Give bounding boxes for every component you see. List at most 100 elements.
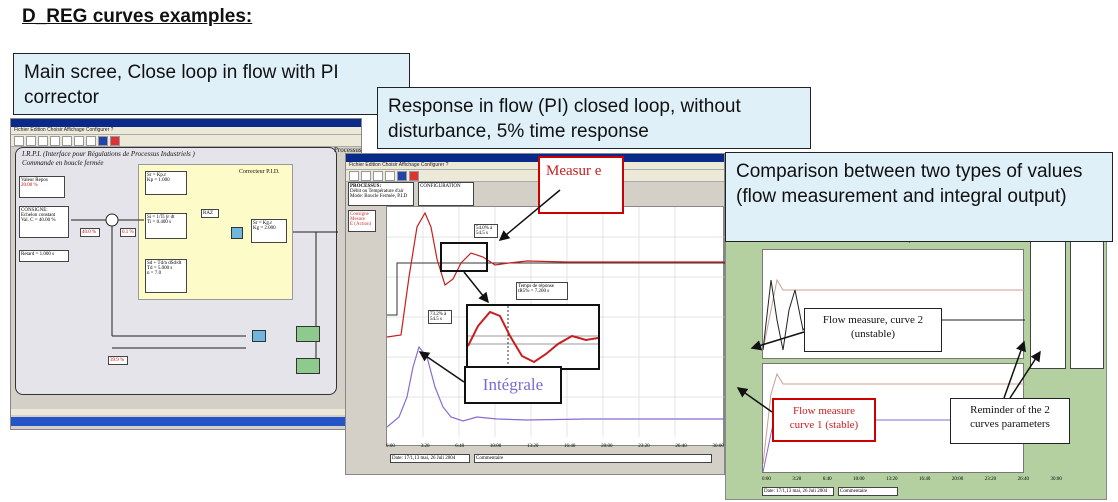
- page-title: D_REG curves examples:: [22, 6, 253, 27]
- measure-label: Measur e: [538, 156, 624, 214]
- x-axis-ticks: 0:00 3:20 6:40 10:00 13:20 16:40 20:00 23:20 26:…: [386, 444, 724, 452]
- zoom-inset-plot: [467, 306, 599, 368]
- print-icon[interactable]: [385, 170, 395, 181]
- comparison-window: Débit ou Température d'air 0:003:206:401…: [725, 232, 1107, 500]
- menu-bar-2[interactable]: Fichier Edition Choisir Affichage Config…: [346, 162, 724, 170]
- x-tick: 0:00: [762, 477, 771, 482]
- reminder-label: Reminder of the 2 curves parameters: [950, 398, 1070, 444]
- date-text-3: Date: 17/1,13 mai, 26 Juli 2004: [764, 489, 828, 494]
- e-value-display: 0.1 %: [120, 228, 136, 237]
- callout-comparison: Comparison between two types of values (…: [725, 152, 1113, 242]
- x-tick: 20:00: [951, 477, 964, 482]
- x-tick: 30:00: [712, 444, 724, 449]
- flow-measure-1-label: Flow measure curve 1 (stable): [772, 398, 876, 442]
- open-icon[interactable]: [361, 170, 371, 181]
- diagram-wires: [71, 213, 338, 368]
- main-screen-window: Fichier Edition Choisir Affichage Config…: [10, 118, 362, 430]
- stop-icon[interactable]: [409, 170, 419, 181]
- print-icon[interactable]: [50, 135, 60, 146]
- peak-zoom-box: [440, 242, 488, 272]
- config-label: CONFIGURATION: [420, 184, 461, 189]
- chart-icon[interactable]: [86, 135, 96, 146]
- zoom-inset: [466, 304, 600, 370]
- x-tick: 20:00: [601, 444, 613, 449]
- status-bar: [11, 409, 361, 415]
- process-block-2[interactable]: [296, 358, 320, 374]
- x-tick: 23:20: [638, 444, 650, 449]
- open-icon[interactable]: [26, 135, 36, 146]
- actuator-block[interactable]: [252, 330, 266, 342]
- flow-measure-2-text: Flow measure, curve 2 (unstable): [822, 314, 924, 340]
- callout-response: Response in flow (PI) closed loop, witho…: [377, 87, 811, 149]
- x-tick: 6:40: [822, 477, 832, 482]
- x-tick: 10:00: [489, 444, 502, 449]
- window-title-bar-2[interactable]: [346, 154, 724, 162]
- m-value-display: 39.9 %: [108, 356, 128, 365]
- comment-text: Commentaire: [476, 456, 504, 461]
- comment-field[interactable]: Commentaire: [474, 454, 712, 463]
- peak-label: 54.0% à 54.5 s: [476, 226, 493, 236]
- response-time-box: Temps de réponse tR5% = 7.200 s: [516, 282, 568, 300]
- comment-field-3[interactable]: Commentaire: [838, 487, 898, 496]
- block-diagram-panel: I.R.P.I. (Interface pour Régulations de …: [15, 147, 338, 395]
- callout-main-screen: Main scree, Close loop in flow with PI c…: [13, 53, 410, 115]
- toolbar-2: [346, 170, 724, 182]
- date-text: Date: 17/1,13 mai, 26 Juli 2004: [392, 456, 456, 461]
- integral-value-label: 73.2% à 54.5 s: [430, 312, 447, 322]
- new-icon[interactable]: [349, 170, 359, 181]
- x-tick: 26:40: [675, 444, 687, 449]
- comment-text-3: Commentaire: [840, 489, 868, 494]
- x-tick: 26:40: [1017, 477, 1030, 482]
- stop-icon[interactable]: [110, 135, 120, 146]
- callout-response-text: Response in flow (PI) closed loop, witho…: [388, 96, 741, 142]
- processus-info: PROCESSUS: Débit ou Température d'air Mo…: [348, 182, 414, 206]
- x-tick: 3:20: [792, 477, 802, 482]
- integral-annotation: 73.2% à 54.5 s: [428, 310, 452, 324]
- save-icon[interactable]: [38, 135, 48, 146]
- x-tick: 23:20: [984, 477, 997, 482]
- x-tick: 3:20: [420, 444, 430, 449]
- integrale-label: Intégrale: [464, 366, 562, 404]
- e-value: 0.1 %: [122, 230, 134, 235]
- x-tick: 10:00: [853, 477, 865, 482]
- legend-action: E (Action): [350, 222, 372, 227]
- toolbar: [11, 135, 361, 147]
- x-tick: 13:20: [526, 444, 539, 449]
- date-field-3: Date: 17/1,13 mai, 26 Juli 2004: [762, 487, 834, 496]
- window-title-bar[interactable]: [11, 119, 361, 127]
- x-axis-ticks-3: 0:00 3:20 6:40 10:00 13:20 16:40 20:00 23:20 26:…: [762, 477, 1062, 485]
- peak-annotation: 54.0% à 54.5 s: [474, 224, 498, 238]
- x-tick: 0:00: [386, 444, 395, 449]
- date-field: Date: 17/1,13 mai, 26 Juli 2004: [390, 454, 470, 463]
- x-tick: 16:40: [564, 444, 576, 449]
- save-icon[interactable]: [373, 170, 383, 181]
- flow-measure-1-text: Flow measure curve 1 (stable): [789, 405, 859, 431]
- copy-icon[interactable]: [62, 135, 72, 146]
- callout-main-text: Main scree, Close loop in flow with PI c…: [24, 62, 339, 108]
- c-value: 40.0 %: [82, 230, 97, 235]
- new-icon[interactable]: [14, 135, 24, 146]
- x-tick: 16:40: [918, 477, 931, 482]
- paste-icon[interactable]: [74, 135, 84, 146]
- reminder-text: Reminder of the 2 curves parameters: [970, 404, 1050, 430]
- param-panel-2: [1070, 239, 1104, 369]
- menu-bar[interactable]: Fichier Edition Choisir Affichage Config…: [11, 127, 361, 135]
- configuration-box[interactable]: CONFIGURATION: [418, 182, 474, 206]
- c-value-display: 40.0 %: [80, 228, 100, 237]
- x-tick: 13:20: [886, 477, 898, 482]
- x-tick: 30:00: [1050, 477, 1062, 482]
- taskbar[interactable]: [11, 417, 361, 426]
- start-icon[interactable]: [98, 135, 108, 146]
- process-block-1[interactable]: [296, 326, 320, 342]
- callout-comparison-text: Comparison between two types of values (…: [736, 161, 1083, 207]
- processus-line2: Mode: Boucle Fermée, P.I.D: [350, 194, 408, 199]
- x-tick: 6:40: [455, 444, 465, 449]
- measure-text: Measur e: [546, 163, 602, 179]
- legend-box: Consigne Mesure E (Action): [348, 210, 376, 232]
- integrale-text: Intégrale: [482, 375, 544, 394]
- start-icon[interactable]: [397, 170, 407, 181]
- flow-measure-2-label: Flow measure, curve 2 (unstable): [804, 308, 942, 352]
- m-value: 39.9 %: [110, 358, 125, 363]
- param-panel-1: [1030, 239, 1066, 369]
- response-time-value: tR5% = 7.200 s: [518, 289, 550, 294]
